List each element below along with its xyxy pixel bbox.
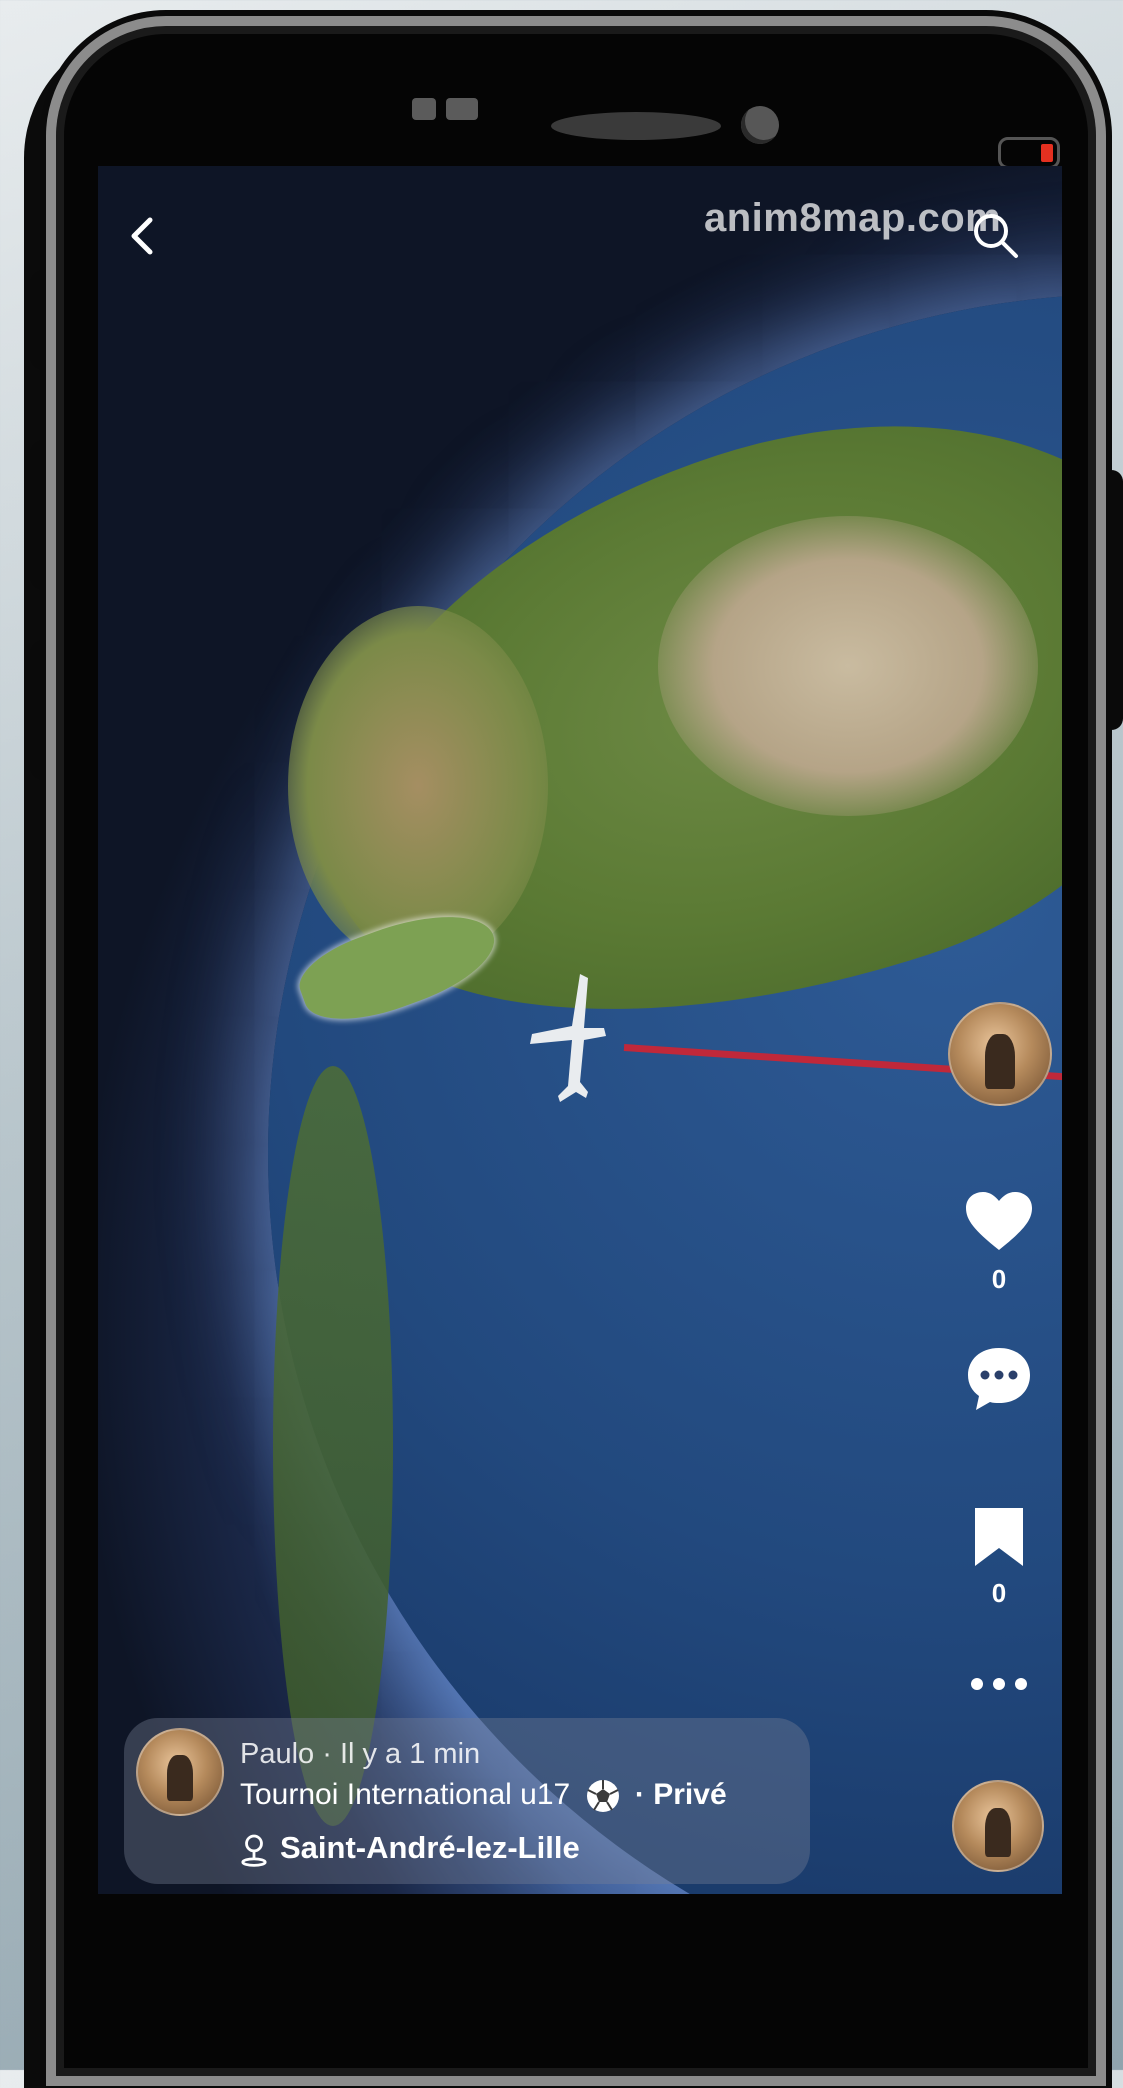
sensor-left [412, 98, 436, 120]
post-privacy: · Privé [634, 1778, 727, 1811]
sensor-right [446, 98, 478, 120]
front-camera [741, 106, 779, 144]
earpiece-speaker [551, 112, 721, 140]
bookmark-icon[interactable] [973, 1506, 1025, 1568]
battery-icon [998, 137, 1060, 169]
globe-coast [273, 1066, 393, 1826]
heart-icon[interactable] [964, 1190, 1034, 1252]
post-meta: Paulo · Il y a 1 min [240, 1738, 481, 1770]
post-location-label: Saint-André-lez-Lille [280, 1830, 580, 1865]
globe-landmass-west [288, 606, 548, 966]
video-screen[interactable]: anim8map.com 0 0 Paulo · Il y a 1 min To… [98, 166, 1062, 1894]
author-avatar[interactable] [136, 1728, 224, 1816]
post-info-card[interactable]: Paulo · Il y a 1 min Tournoi Internation… [124, 1718, 810, 1884]
save-count: 0 [991, 1578, 1007, 1608]
back-icon[interactable] [120, 212, 168, 260]
soccer-ball-icon [586, 1780, 619, 1813]
airplane-icon [530, 974, 606, 1102]
post-location[interactable]: Saint-André-lez-Lille [240, 1830, 580, 1867]
post-title: Tournoi International u17 [240, 1778, 571, 1811]
like-count: 0 [991, 1264, 1007, 1294]
post-title-line: Tournoi International u17 · Privé [240, 1778, 727, 1814]
more-options-icon[interactable] [969, 1676, 1029, 1692]
audio-avatar[interactable] [952, 1780, 1044, 1872]
creator-avatar[interactable] [948, 1002, 1052, 1106]
location-pin-icon [241, 1834, 267, 1867]
comment-icon[interactable] [964, 1344, 1034, 1414]
action-rail: 0 0 [948, 166, 1062, 1894]
